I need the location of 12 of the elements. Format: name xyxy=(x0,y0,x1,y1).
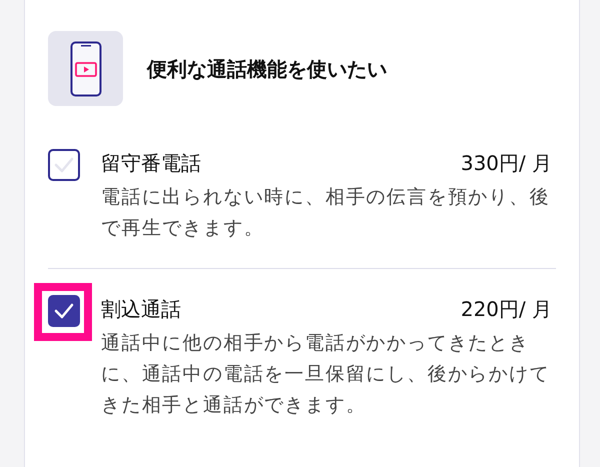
option-price: 330円/ 月 xyxy=(460,150,552,177)
check-icon xyxy=(54,303,74,319)
option-name: 留守番電話 xyxy=(101,150,201,177)
checkbox[interactable] xyxy=(48,295,80,327)
section-title: 便利な通話機能を使いたい xyxy=(147,56,387,82)
option-price: 220円/ 月 xyxy=(460,296,552,323)
checkbox[interactable] xyxy=(48,149,80,181)
phone-video-icon xyxy=(70,40,102,96)
check-icon xyxy=(54,157,74,173)
option-description: 通話中に他の相手から電話がかかってきたときに、通話中の電話を一旦保留にし、後からかけてきた相手と通話ができます。 xyxy=(101,331,551,418)
option-name: 割込通話 xyxy=(101,296,181,323)
option-description: 電話に出られない時に、相手の伝言を預かり、後で再生できます。 xyxy=(101,185,551,241)
